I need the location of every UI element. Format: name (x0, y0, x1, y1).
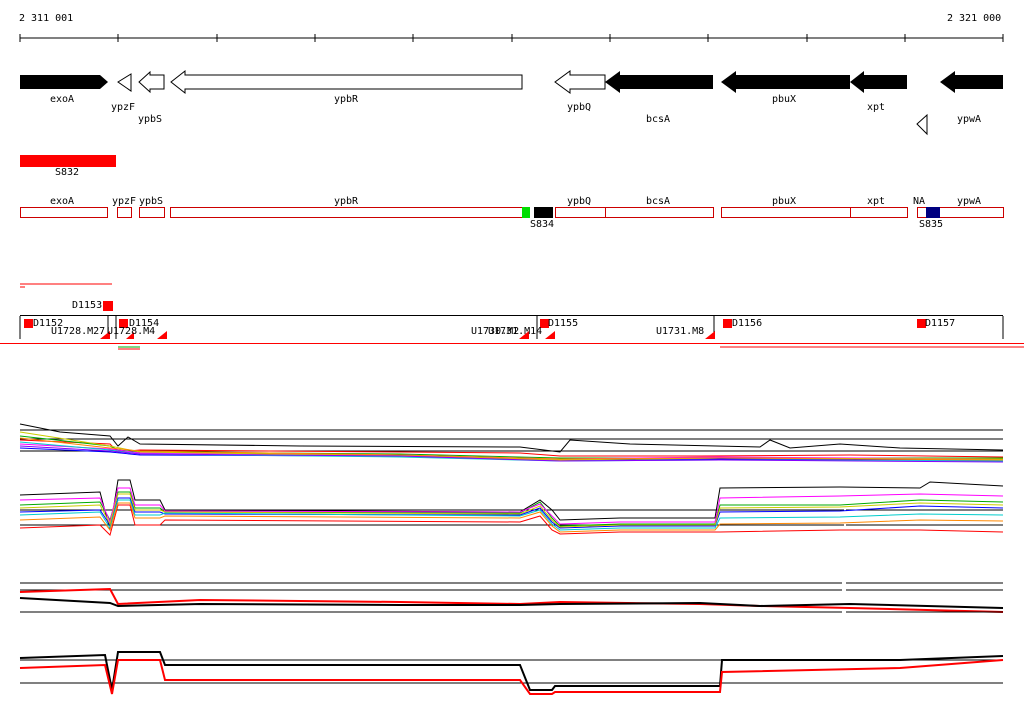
gene-arrow-xpt[interactable] (850, 71, 907, 93)
u-label-U1731-M8: U1731.M8 (656, 326, 705, 337)
d-label-D1153: D1153 (72, 300, 103, 311)
gene-label-pbuX: pbuX (772, 94, 797, 105)
gene-label-exoA: exoA (50, 94, 75, 105)
segment-label-xpt: xpt (867, 196, 886, 207)
gene-label-ypbS: ypbS (138, 114, 163, 125)
gene-arrow-ypzF[interactable] (117, 73, 132, 92)
gene-arrow-ypbS[interactable] (138, 70, 165, 94)
segment-label-exoA: exoA (50, 196, 75, 207)
d-marker-D1153[interactable] (103, 301, 113, 311)
summary-panel-2 (19, 651, 1004, 695)
segment-label-ypzF: ypzF (112, 196, 137, 207)
expression-panel-1 (19, 423, 1004, 463)
gene-label-ypbQ: ypbQ (567, 102, 592, 113)
segment-box-ypbQ[interactable] (555, 207, 606, 218)
segment-box-bcsA[interactable] (605, 207, 714, 218)
marker-label-S834: S834 (530, 219, 555, 230)
segment-track[interactable] (20, 207, 1004, 218)
segment-box-ypzF[interactable] (117, 207, 132, 218)
segment-label-pbuX: pbuX (772, 196, 797, 207)
segment-box-xpt[interactable] (850, 207, 908, 218)
gene-arrow-ypbQ[interactable] (554, 70, 606, 94)
gene-label-ypwA: ypwA (957, 114, 982, 125)
gene-label-ypzF: ypzF (111, 102, 136, 113)
d-label-D1157: D1157 (925, 318, 956, 329)
segment-label-ypbS: ypbS (139, 196, 164, 207)
d-marker-D1156[interactable] (723, 319, 732, 328)
gene-arrow-bcsA[interactable] (605, 71, 713, 93)
segment-label-NA: NA (913, 196, 926, 207)
feature-S832-bar[interactable] (20, 155, 116, 167)
segment-label-ypbR: ypbR (334, 196, 359, 207)
segment-label-bcsA: bcsA (646, 196, 671, 207)
segment-box-exoA[interactable] (20, 207, 108, 218)
gene-arrow-exoA[interactable] (20, 75, 108, 89)
marker-S834-green[interactable] (522, 207, 530, 218)
u-label-U1731-M14: U1731.M14 (488, 326, 543, 337)
u-label-U1728-M4: U1728.M4 (107, 326, 156, 337)
coordinate-ruler (19, 34, 1004, 42)
segment-label-ypbQ: ypbQ (567, 196, 592, 207)
u-label-U1728-M27: U1728.M27 (51, 326, 106, 337)
d-marker-D1152[interactable] (24, 319, 33, 328)
marker-label-S835: S835 (919, 219, 944, 230)
gene-arrow-ypbR[interactable] (170, 69, 523, 95)
gene-track[interactable] (20, 69, 1003, 136)
segment-box-pbuX[interactable] (721, 207, 851, 218)
gene-arrow-ypwA[interactable] (940, 71, 1003, 93)
feature-S832-label: S832 (55, 167, 80, 178)
segment-label-ypwA: ypwA (957, 196, 982, 207)
gene-arrow-ypwA-small[interactable] (916, 113, 928, 136)
marker-S834-box[interactable] (534, 207, 553, 218)
gene-label-ypbR: ypbR (334, 94, 359, 105)
marker-S835-box[interactable] (926, 207, 940, 218)
d-label-D1155: D1155 (548, 318, 579, 329)
summary-panel-1 (19, 582, 1004, 613)
gene-label-bcsA: bcsA (646, 114, 671, 125)
d-marker-track[interactable] (0, 283, 1024, 350)
d-label-D1156: D1156 (732, 318, 763, 329)
expression-panel-2 (19, 479, 1004, 540)
gene-arrow-pbuX[interactable] (721, 71, 850, 93)
gene-label-xpt: xpt (867, 102, 886, 113)
segment-box-ypbR[interactable] (170, 207, 523, 218)
segment-box-ypbS[interactable] (139, 207, 165, 218)
